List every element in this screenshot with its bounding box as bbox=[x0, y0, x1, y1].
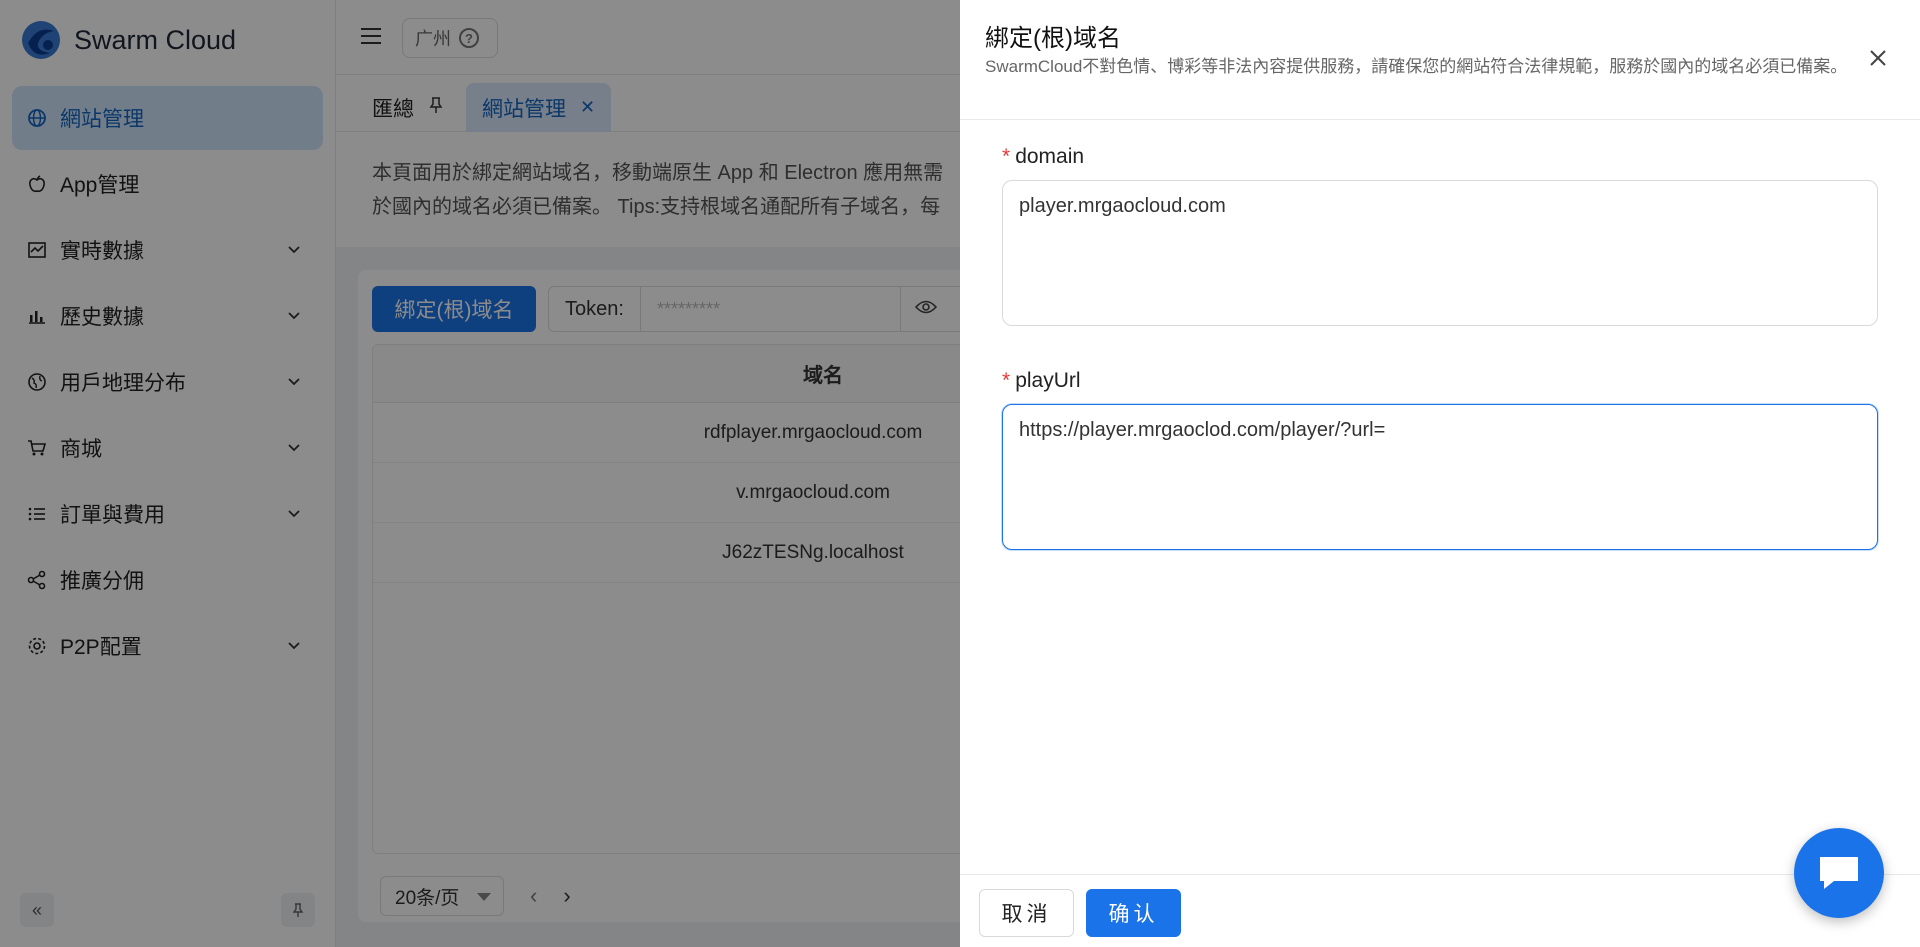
playurl-input[interactable]: https://player.mrgaoclod.com/player/?url… bbox=[1002, 404, 1878, 550]
domain-field-label: * domain bbox=[1002, 145, 1084, 169]
drawer-header: 綁定(根)域名 SwarmCloud不對色情、博彩等非法內容提供服務，請確保您的… bbox=[960, 0, 1920, 120]
bind-domain-drawer: 綁定(根)域名 SwarmCloud不對色情、博彩等非法內容提供服務，請確保您的… bbox=[960, 0, 1920, 947]
drawer-subtitle: SwarmCloud不對色情、博彩等非法內容提供服務，請確保您的網站符合法律規範… bbox=[985, 57, 1848, 76]
cancel-button[interactable]: 取消 bbox=[979, 889, 1074, 937]
domain-input[interactable]: player.mrgaocloud.com bbox=[1002, 180, 1878, 326]
confirm-button[interactable]: 确认 bbox=[1086, 889, 1181, 937]
drawer-footer: 取消 确认 bbox=[960, 874, 1920, 947]
close-icon[interactable] bbox=[1868, 48, 1888, 68]
playurl-label: playUrl bbox=[1015, 369, 1081, 392]
required-marker: * bbox=[1002, 145, 1011, 168]
required-marker: * bbox=[1002, 369, 1011, 392]
domain-label: domain bbox=[1015, 145, 1085, 168]
drawer-title: 綁定(根)域名 bbox=[985, 25, 1121, 52]
chat-bubble-icon bbox=[1820, 857, 1858, 889]
chat-support-button[interactable] bbox=[1794, 828, 1884, 918]
playurl-field-label: * playUrl bbox=[1002, 369, 1081, 393]
